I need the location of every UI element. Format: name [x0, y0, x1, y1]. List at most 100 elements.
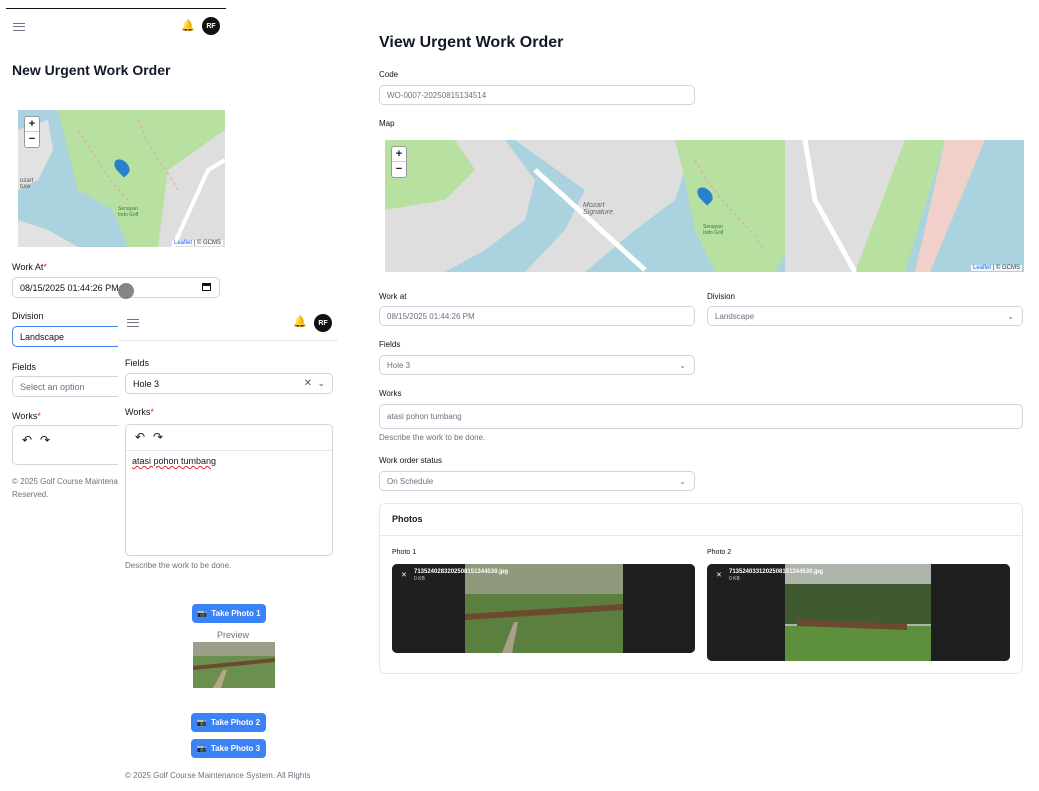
preview-image — [193, 642, 275, 688]
preview-photo — [193, 642, 275, 688]
footer-line-2: Reserved. — [12, 490, 49, 499]
work-at-field: 08/15/2025 01:44:26 PM — [379, 306, 695, 326]
work-at-input[interactable]: 08/15/2025 01:44:26 PM — [12, 277, 220, 298]
view-title: View Urgent Work Order — [379, 34, 564, 51]
map-attribution: Leaflet | © GCMS — [971, 265, 1022, 271]
take-photo-3-button[interactable]: 📷 Take Photo 3 — [191, 739, 266, 758]
fields-select[interactable]: Hole 3 ✕ ⌄ — [125, 373, 333, 394]
fields-value: Hole 3 — [133, 378, 160, 389]
bell-icon[interactable]: 🔔 — [293, 315, 307, 328]
take-photo-3-label: Take Photo 3 — [210, 744, 261, 753]
bell-icon[interactable]: 🔔 — [181, 19, 195, 32]
fields-label: Fields — [12, 362, 37, 372]
footer-text: © 2025 Golf Course Maintenan Reserved. — [12, 475, 122, 500]
footer-line-1: © 2025 Golf Course Maintenan — [12, 477, 123, 486]
redo-icon[interactable]: ↷ — [153, 430, 163, 444]
map-small[interactable]: Senayan Indo Golf ozart ture + − Leaflet… — [18, 110, 225, 247]
zoom-control: + − — [391, 146, 407, 178]
chevron-down-icon: ⌄ — [679, 360, 686, 370]
fields-select[interactable]: Select an option — [12, 376, 132, 397]
map-tiles — [18, 110, 225, 247]
map-tiles — [385, 140, 1024, 272]
take-photo-1-label: Take Photo 1 — [211, 609, 261, 618]
photos-section: Photos Photo 1 ✕ 71352402832025081513445… — [379, 503, 1023, 674]
take-photo-2-button[interactable]: 📷 Take Photo 2 — [191, 713, 266, 732]
photo-1-image — [392, 564, 695, 653]
photo-2-label: Photo 2 — [707, 549, 732, 556]
photo-2-card[interactable]: ✕ 7135240331202508151344530.jpg 0 KB — [707, 564, 1010, 661]
works-label: Works* — [125, 407, 154, 417]
works-label-text: Works — [12, 411, 38, 421]
close-icon[interactable]: ✕ — [716, 571, 722, 579]
photo-2-image — [707, 564, 1010, 661]
code-label: Code — [379, 70, 399, 79]
chevron-down-icon: ⌄ — [679, 476, 686, 486]
works-editor-text[interactable]: atasi pohon tumbang — [132, 456, 216, 466]
fields-field: Hole 3 ⌄ — [379, 355, 695, 375]
menu-icon[interactable] — [13, 23, 25, 31]
camera-icon: 📷 — [196, 744, 207, 753]
fields-label: Fields — [379, 340, 401, 349]
map-label-mozart-signature: Mozart Signature — [583, 202, 613, 216]
zoom-in-button[interactable]: + — [392, 147, 406, 162]
menu-icon[interactable] — [127, 319, 139, 327]
undo-icon[interactable]: ↶ — [135, 430, 145, 444]
page-title: New Urgent Work Order — [12, 62, 171, 78]
required-mark: * — [43, 262, 47, 272]
view-panel: View Urgent Work Order Code WO-0007-2025… — [378, 30, 1024, 680]
works-editor[interactable]: ↶ ↷ — [12, 425, 132, 465]
works-label: Works* — [12, 411, 41, 421]
attribution-text: | © GCMS — [192, 240, 221, 246]
division-field: Landscape ⌄ — [707, 306, 1023, 326]
works-label: Works — [379, 389, 402, 398]
map-label-senayan: Senayan Indo Golf — [703, 224, 724, 236]
map-label: Map — [379, 119, 395, 128]
header-divider — [118, 340, 338, 341]
calendar-icon[interactable] — [202, 283, 211, 291]
close-icon[interactable]: ✕ — [304, 378, 312, 389]
photo-1-filename: 7135240283202508151344539.jpg — [414, 569, 509, 575]
zoom-out-button[interactable]: − — [392, 162, 406, 177]
take-photo-2-label: Take Photo 2 — [210, 718, 261, 727]
division-label: Division — [707, 292, 736, 301]
photos-divider — [380, 535, 1022, 536]
map-label-mozart: ozart ture — [20, 178, 34, 190]
works-helper: Describe the work to be done. — [379, 433, 486, 442]
division-value: Landscape — [715, 311, 755, 321]
fields-value: Hole 3 — [387, 360, 411, 370]
redo-icon[interactable]: ↷ — [40, 433, 50, 447]
zoom-control: + − — [24, 116, 40, 148]
photos-heading: Photos — [392, 514, 423, 524]
take-photo-1-button[interactable]: 📷 Take Photo 1 — [192, 604, 266, 623]
works-field: atasi pohon tumbang — [379, 404, 1023, 429]
works-helper: Describe the work to be done. — [125, 561, 232, 570]
fields-label: Fields — [125, 358, 150, 368]
chevron-down-icon: ⌄ — [1007, 311, 1014, 321]
attribution-text: | © GCMS — [991, 265, 1020, 271]
photo-1-card[interactable]: ✕ 7135240283202508151344539.jpg 0 KB — [392, 564, 695, 653]
works-label-text: Works — [125, 407, 151, 417]
avatar[interactable]: RF — [314, 314, 332, 332]
editor-toolbar: ↶ ↷ — [126, 425, 332, 451]
zoom-in-button[interactable]: + — [25, 117, 39, 132]
zoom-out-button[interactable]: − — [25, 132, 39, 147]
overlay-panel: 🔔 RF Fields Hole 3 ✕ ⌄ Works* ↶ ↷ atasi … — [118, 309, 338, 791]
status-field: On Schedule ⌄ — [379, 471, 695, 491]
photo-2-filesize: 0 KB — [729, 576, 740, 582]
map-label-senayan: Senayan Indo Golf — [118, 206, 139, 218]
photo-1-label: Photo 1 — [392, 549, 417, 556]
division-select[interactable]: Landscape — [12, 326, 132, 347]
code-field: WO-0007-20250815134514 — [379, 85, 695, 105]
required-mark: * — [37, 411, 41, 421]
close-icon[interactable]: ✕ — [401, 571, 407, 579]
map-large[interactable]: Mozart Signature Senayan Indo Golf + − L… — [385, 140, 1024, 272]
chevron-down-icon[interactable]: ⌄ — [317, 378, 325, 389]
preview-label: Preview — [217, 630, 250, 640]
leaflet-link[interactable]: Leaflet — [174, 240, 192, 246]
avatar[interactable]: RF — [202, 17, 220, 35]
undo-icon[interactable]: ↶ — [22, 433, 32, 447]
leaflet-link[interactable]: Leaflet — [973, 265, 991, 271]
works-editor[interactable]: ↶ ↷ atasi pohon tumbang — [125, 424, 333, 556]
required-mark: * — [150, 407, 154, 417]
work-at-value: 08/15/2025 01:44:26 PM — [20, 282, 119, 293]
